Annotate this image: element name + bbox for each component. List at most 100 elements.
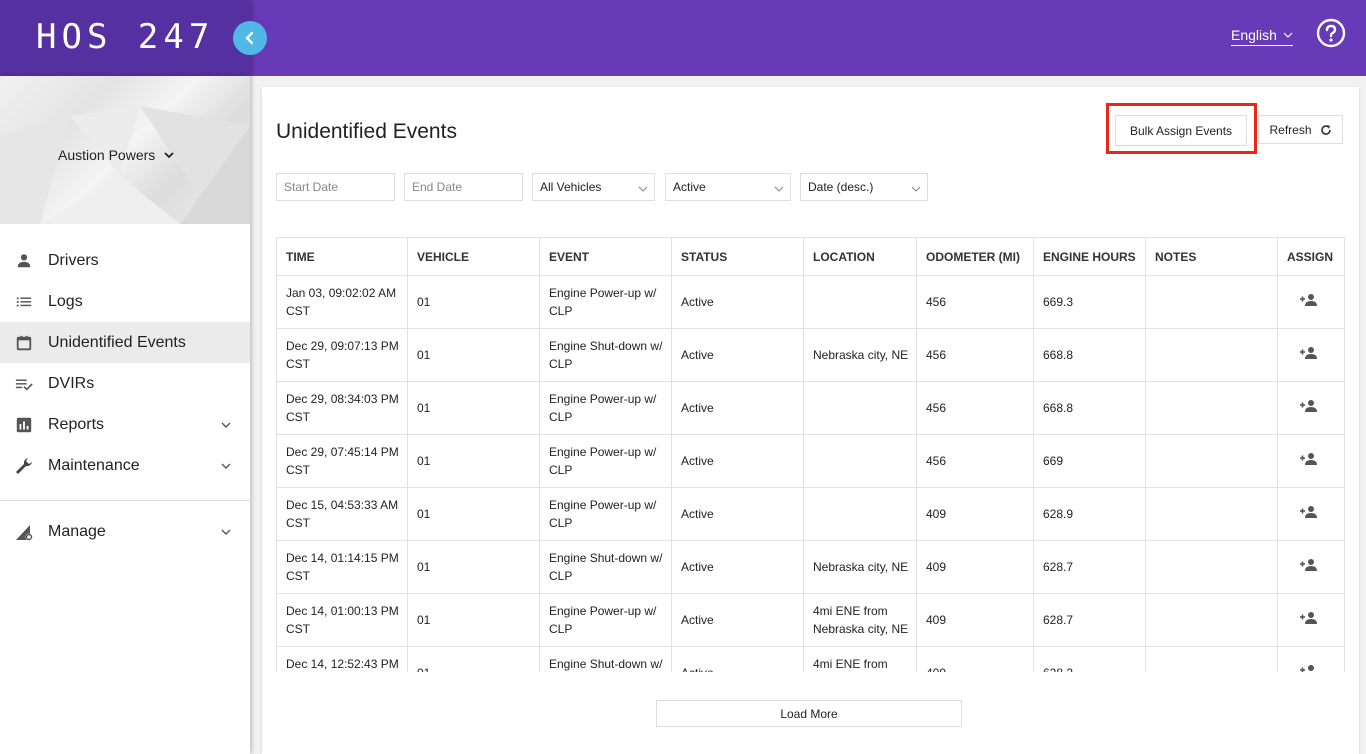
- column-header-vehicle[interactable]: VEHICLE: [407, 237, 540, 276]
- cell-notes[interactable]: [1145, 275, 1278, 329]
- cell-status: Active: [671, 275, 804, 329]
- table-row[interactable]: Dec 14, 01:00:13 PM CST 01 Engine Power-…: [276, 593, 1345, 647]
- cell-location: [803, 434, 917, 488]
- cell-event: Engine Power-up w/ CLP: [539, 593, 672, 647]
- cell-event: Engine Shut-down w/ CLP: [539, 328, 672, 382]
- cell-engine-hours: 628.9: [1033, 487, 1146, 541]
- profile-header: Austion Powers: [0, 76, 250, 224]
- cell-notes[interactable]: [1145, 434, 1278, 488]
- cell-notes[interactable]: [1145, 593, 1278, 647]
- table-row[interactable]: Jan 03, 09:02:02 AM CST 01 Engine Power-…: [276, 275, 1345, 329]
- chart-icon: [14, 415, 34, 435]
- chevron-down-icon: [1283, 32, 1293, 38]
- table-body: Jan 03, 09:02:02 AM CST 01 Engine Power-…: [276, 275, 1345, 673]
- wrench-icon: [14, 456, 34, 476]
- load-more-button[interactable]: Load More: [656, 700, 962, 727]
- table-row[interactable]: Dec 15, 04:53:33 AM CST 01 Engine Power-…: [276, 487, 1345, 541]
- cell-odometer: 456: [916, 434, 1034, 488]
- cell-event: Engine Power-up w/ CLP: [539, 381, 672, 435]
- cell-assign: [1277, 275, 1345, 329]
- sidebar: Austion Powers Drivers Logs Unidentified…: [0, 76, 250, 754]
- add-person-icon[interactable]: [1299, 661, 1319, 673]
- chevron-down-icon: [221, 422, 231, 428]
- user-name: Austion Powers: [58, 147, 156, 163]
- sidebar-item-drivers[interactable]: Drivers: [0, 240, 250, 281]
- add-person-icon[interactable]: [1299, 608, 1319, 628]
- cell-assign: [1277, 434, 1345, 488]
- column-header-status[interactable]: STATUS: [671, 237, 804, 276]
- cell-engine-hours: 669.3: [1033, 275, 1146, 329]
- cell-location: [803, 381, 917, 435]
- calendar-icon: [14, 333, 34, 353]
- add-person-icon[interactable]: [1299, 555, 1319, 575]
- cell-time: Dec 29, 08:34:03 PM CST: [276, 381, 408, 435]
- column-header-engine-hours[interactable]: ENGINE HOURS: [1033, 237, 1146, 276]
- cell-notes[interactable]: [1145, 646, 1278, 672]
- sidebar-item-logs[interactable]: Logs: [0, 281, 250, 322]
- cell-location: 4mi ENE from Nebraska city, NE: [803, 593, 917, 647]
- sidebar-item-label: Logs: [48, 292, 83, 310]
- sidebar-item-maintenance[interactable]: Maintenance: [0, 445, 250, 486]
- sidebar-item-manage[interactable]: Manage: [0, 511, 250, 552]
- cell-vehicle: 01: [407, 593, 540, 647]
- add-person-icon[interactable]: [1299, 396, 1319, 416]
- sidebar-item-unidentified-events[interactable]: Unidentified Events: [0, 322, 250, 363]
- table-row[interactable]: Dec 14, 01:14:15 PM CST 01 Engine Shut-d…: [276, 540, 1345, 594]
- cell-notes[interactable]: [1145, 540, 1278, 594]
- cell-event: Engine Shut-down w/ CLP: [539, 540, 672, 594]
- cell-status: Active: [671, 434, 804, 488]
- events-table: TIME VEHICLE EVENT STATUS LOCATION ODOME…: [276, 237, 1345, 672]
- sidebar-item-dvirs[interactable]: DVIRs: [0, 363, 250, 404]
- cell-vehicle: 01: [407, 540, 540, 594]
- table-row[interactable]: Dec 29, 08:34:03 PM CST 01 Engine Power-…: [276, 381, 1345, 435]
- cell-time: Dec 14, 01:00:13 PM CST: [276, 593, 408, 647]
- cell-location: Nebraska city, NE: [803, 540, 917, 594]
- add-person-icon[interactable]: [1299, 290, 1319, 310]
- events-table-viewport[interactable]: TIME VEHICLE EVENT STATUS LOCATION ODOME…: [262, 87, 1359, 672]
- cell-assign: [1277, 540, 1345, 594]
- column-header-event[interactable]: EVENT: [539, 237, 672, 276]
- cell-status: Active: [671, 540, 804, 594]
- cell-time: Dec 29, 07:45:14 PM CST: [276, 434, 408, 488]
- column-header-location[interactable]: LOCATION: [803, 237, 917, 276]
- sidebar-item-reports[interactable]: Reports: [0, 404, 250, 445]
- chevron-down-icon: [164, 152, 174, 159]
- app-logo[interactable]: HOS 247: [36, 17, 214, 57]
- help-icon[interactable]: [1316, 18, 1346, 48]
- sidebar-nav-secondary: Manage: [0, 511, 250, 552]
- cell-status: Active: [671, 593, 804, 647]
- cell-time: Dec 14, 12:52:43 PM CST: [276, 646, 408, 672]
- cell-vehicle: 01: [407, 275, 540, 329]
- checklist-icon: [14, 374, 34, 394]
- cell-vehicle: 01: [407, 487, 540, 541]
- cell-notes[interactable]: [1145, 381, 1278, 435]
- add-person-icon[interactable]: [1299, 343, 1319, 363]
- cell-event: Engine Power-up w/ CLP: [539, 434, 672, 488]
- chevron-down-icon: [221, 529, 231, 535]
- add-person-icon[interactable]: [1299, 449, 1319, 469]
- cell-notes[interactable]: [1145, 487, 1278, 541]
- table-row[interactable]: Dec 29, 07:45:14 PM CST 01 Engine Power-…: [276, 434, 1345, 488]
- column-header-assign[interactable]: ASSIGN: [1277, 237, 1345, 276]
- manage-icon: [14, 522, 34, 542]
- table-header-row: TIME VEHICLE EVENT STATUS LOCATION ODOME…: [276, 237, 1345, 276]
- table-row[interactable]: Dec 29, 09:07:13 PM CST 01 Engine Shut-d…: [276, 328, 1345, 382]
- column-header-time[interactable]: TIME: [276, 237, 408, 276]
- column-header-notes[interactable]: NOTES: [1145, 237, 1278, 276]
- user-menu[interactable]: Austion Powers: [58, 147, 175, 163]
- chevron-down-icon: [221, 463, 231, 469]
- table-row[interactable]: Dec 14, 12:52:43 PM CST 01 Engine Shut-d…: [276, 646, 1345, 673]
- logo-area: HOS 247: [0, 0, 250, 76]
- sidebar-item-label: Manage: [48, 522, 106, 540]
- main-card: Unidentified Events Bulk Assign Events R…: [262, 87, 1359, 754]
- list-icon: [14, 292, 34, 312]
- language-selector[interactable]: English: [1231, 27, 1293, 46]
- sidebar-item-label: Unidentified Events: [48, 333, 186, 351]
- chevron-left-icon: [245, 31, 254, 45]
- cell-engine-hours: 668.8: [1033, 328, 1146, 382]
- column-header-odometer[interactable]: ODOMETER (MI): [916, 237, 1034, 276]
- add-person-icon[interactable]: [1299, 502, 1319, 522]
- cell-vehicle: 01: [407, 646, 540, 672]
- collapse-sidebar-button[interactable]: [233, 21, 267, 55]
- cell-notes[interactable]: [1145, 328, 1278, 382]
